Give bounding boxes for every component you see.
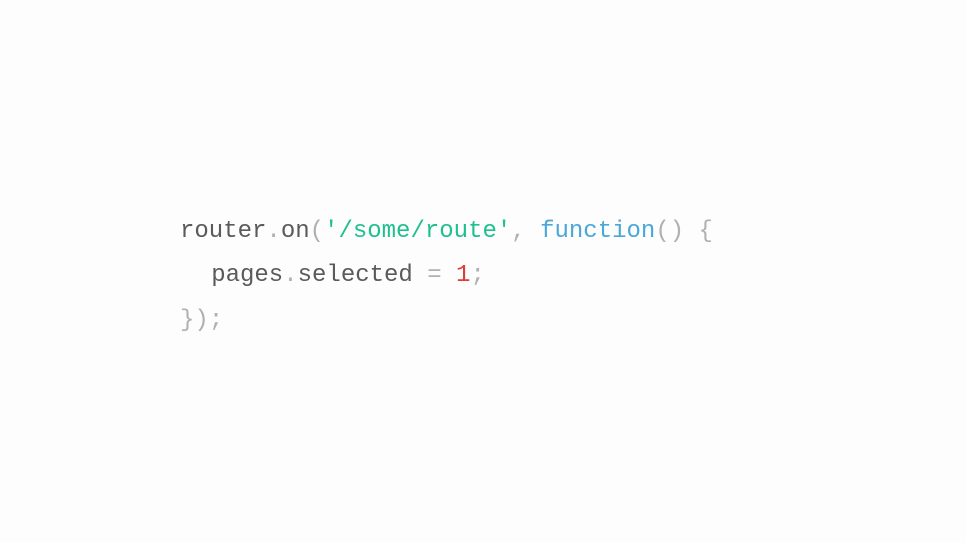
code-token-comma: , bbox=[511, 218, 540, 245]
code-token-parens: () bbox=[655, 218, 684, 245]
code-token-close-paren: ) bbox=[194, 307, 208, 334]
code-token-open-paren: ( bbox=[310, 218, 324, 245]
code-token-semicolon: ; bbox=[209, 307, 223, 334]
code-token-on: on bbox=[281, 218, 310, 245]
code-token-string: '/some/route' bbox=[324, 218, 511, 245]
code-token-equals: = bbox=[413, 262, 456, 289]
code-token-selected: selected bbox=[298, 262, 413, 289]
code-token-pages: pages bbox=[211, 262, 283, 289]
code-token-dot: . bbox=[266, 218, 280, 245]
code-snippet: router.on('/some/route', function() { pa… bbox=[180, 210, 713, 343]
code-token-space bbox=[684, 218, 698, 245]
code-token-router: router bbox=[180, 218, 266, 245]
code-token-function-keyword: function bbox=[540, 218, 655, 245]
code-token-open-brace: { bbox=[699, 218, 713, 245]
code-token-dot: . bbox=[283, 262, 297, 289]
code-token-number: 1 bbox=[456, 262, 470, 289]
code-token-close-brace: } bbox=[180, 307, 194, 334]
code-token-semicolon: ; bbox=[470, 262, 484, 289]
